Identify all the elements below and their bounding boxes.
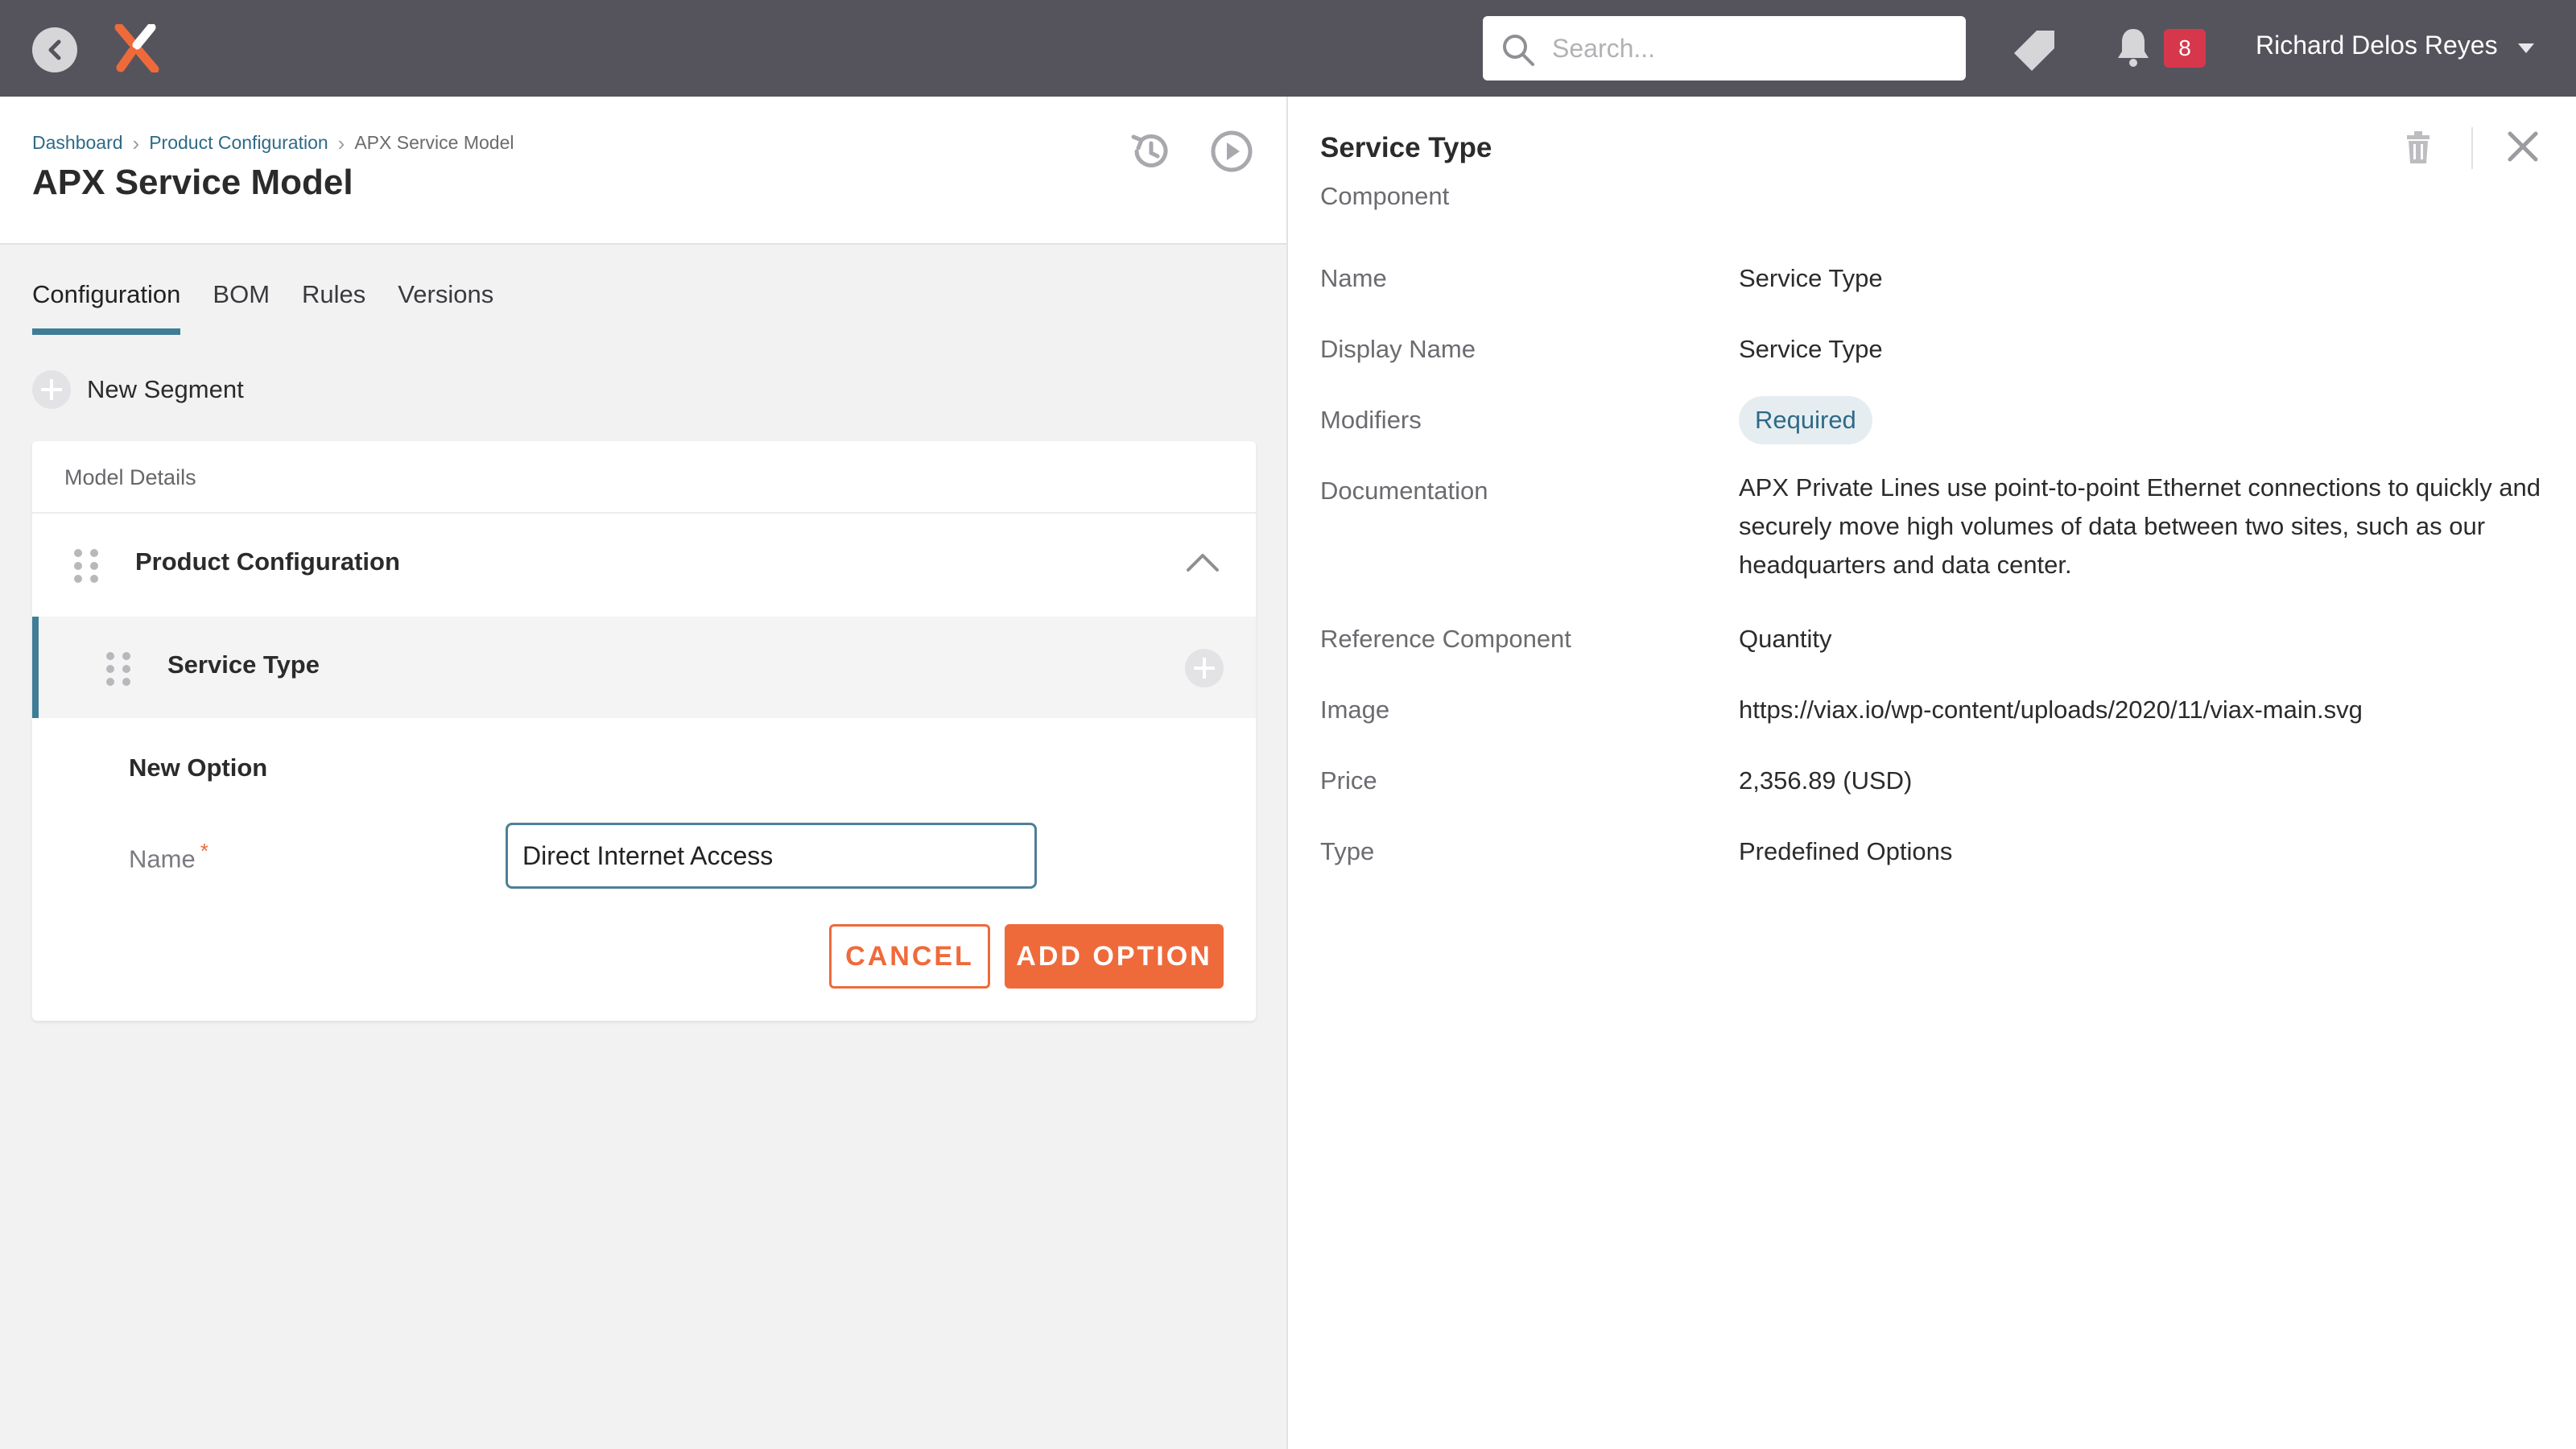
search-input[interactable] bbox=[1552, 27, 1946, 69]
play-icon[interactable] bbox=[1209, 129, 1254, 174]
service-type-label: Service Type bbox=[167, 650, 320, 679]
chevron-right-icon: › bbox=[132, 130, 140, 155]
product-configuration-label: Product Configuration bbox=[135, 547, 400, 576]
prop-key: Modifiers bbox=[1320, 406, 1422, 434]
search-box[interactable] bbox=[1483, 16, 1966, 80]
card-title: Model Details bbox=[32, 441, 1256, 514]
tag-icon[interactable] bbox=[2013, 27, 2058, 72]
trash-icon[interactable] bbox=[2405, 130, 2431, 164]
image-link[interactable]: https://viax.io/wp-content/uploads/2020/… bbox=[1739, 696, 2363, 724]
cancel-button[interactable]: CANCEL bbox=[829, 924, 990, 989]
prop-value: Service Type bbox=[1739, 335, 1883, 363]
prop-key: Display Name bbox=[1320, 335, 1476, 363]
prop-value: 2,356.89 (USD) bbox=[1739, 766, 1913, 795]
add-option-icon[interactable] bbox=[1185, 649, 1224, 687]
detail-panel: Service Type Component Name Service Type… bbox=[1288, 97, 2576, 1449]
breadcrumb-current: APX Service Model bbox=[354, 132, 514, 153]
prop-key: Image bbox=[1320, 696, 1390, 724]
breadcrumb-product-configuration[interactable]: Product Configuration bbox=[149, 132, 328, 154]
tab-bom[interactable]: BOM bbox=[213, 277, 270, 335]
name-field-label: Name * bbox=[129, 839, 208, 873]
required-badge: Required bbox=[1739, 396, 1872, 444]
top-bar: 8 Richard Delos Reyes bbox=[0, 0, 2576, 97]
drag-handle-icon[interactable] bbox=[106, 652, 130, 686]
prop-value: Quantity bbox=[1739, 625, 1832, 653]
new-option-title: New Option bbox=[129, 753, 268, 782]
product-configuration-row[interactable]: Product Configuration bbox=[32, 514, 1256, 617]
tab-rules[interactable]: Rules bbox=[302, 277, 365, 335]
plus-circle-icon bbox=[32, 370, 71, 409]
tab-bar: Configuration BOM Rules Versions bbox=[32, 277, 526, 335]
chevron-left-icon bbox=[48, 39, 61, 60]
detail-title: Service Type bbox=[1320, 132, 1492, 163]
close-icon[interactable] bbox=[2507, 130, 2539, 163]
prop-key: Documentation bbox=[1320, 477, 1488, 505]
app-logo[interactable] bbox=[114, 23, 159, 74]
prop-value: Predefined Options bbox=[1739, 837, 1953, 865]
search-icon bbox=[1503, 35, 1534, 66]
detail-subtitle: Component bbox=[1320, 182, 1450, 210]
user-menu-name[interactable]: Richard Delos Reyes bbox=[2256, 31, 2498, 60]
chevron-up-icon[interactable] bbox=[1185, 551, 1220, 573]
bell-icon[interactable] bbox=[2116, 26, 2151, 68]
prop-key: Name bbox=[1320, 264, 1387, 292]
chevron-right-icon: › bbox=[337, 130, 345, 155]
prop-value: Service Type bbox=[1739, 264, 1883, 292]
drag-handle-icon[interactable] bbox=[74, 549, 98, 583]
x-logo-icon bbox=[114, 23, 159, 74]
breadcrumb-dashboard[interactable]: Dashboard bbox=[32, 132, 123, 154]
page-title: APX Service Model bbox=[32, 163, 353, 202]
add-option-button[interactable]: ADD OPTION bbox=[1005, 924, 1224, 989]
page-header: Dashboard › Product Configuration › APX … bbox=[0, 97, 1286, 245]
prop-key: Price bbox=[1320, 766, 1377, 795]
prop-key: Reference Component bbox=[1320, 625, 1571, 653]
required-marker: * bbox=[200, 839, 208, 863]
service-type-row[interactable]: Service Type bbox=[32, 617, 1256, 718]
model-details-card: Model Details Product Configuration Serv… bbox=[32, 441, 1256, 1021]
name-label-text: Name bbox=[129, 844, 196, 873]
new-segment-button[interactable]: New Segment bbox=[32, 370, 244, 409]
caret-down-icon[interactable] bbox=[2516, 42, 2536, 55]
new-segment-label: New Segment bbox=[87, 375, 244, 403]
tab-configuration[interactable]: Configuration bbox=[32, 277, 181, 335]
documentation-text: APX Private Lines use point-to-point Eth… bbox=[1739, 473, 2541, 579]
breadcrumb: Dashboard › Product Configuration › APX … bbox=[32, 132, 514, 154]
tab-versions[interactable]: Versions bbox=[398, 277, 493, 335]
header-divider bbox=[2471, 127, 2473, 169]
notification-badge[interactable]: 8 bbox=[2164, 29, 2206, 68]
history-icon[interactable] bbox=[1129, 129, 1174, 174]
back-button[interactable] bbox=[32, 27, 77, 72]
prop-key: Type bbox=[1320, 837, 1375, 865]
option-name-input[interactable] bbox=[506, 823, 1037, 889]
